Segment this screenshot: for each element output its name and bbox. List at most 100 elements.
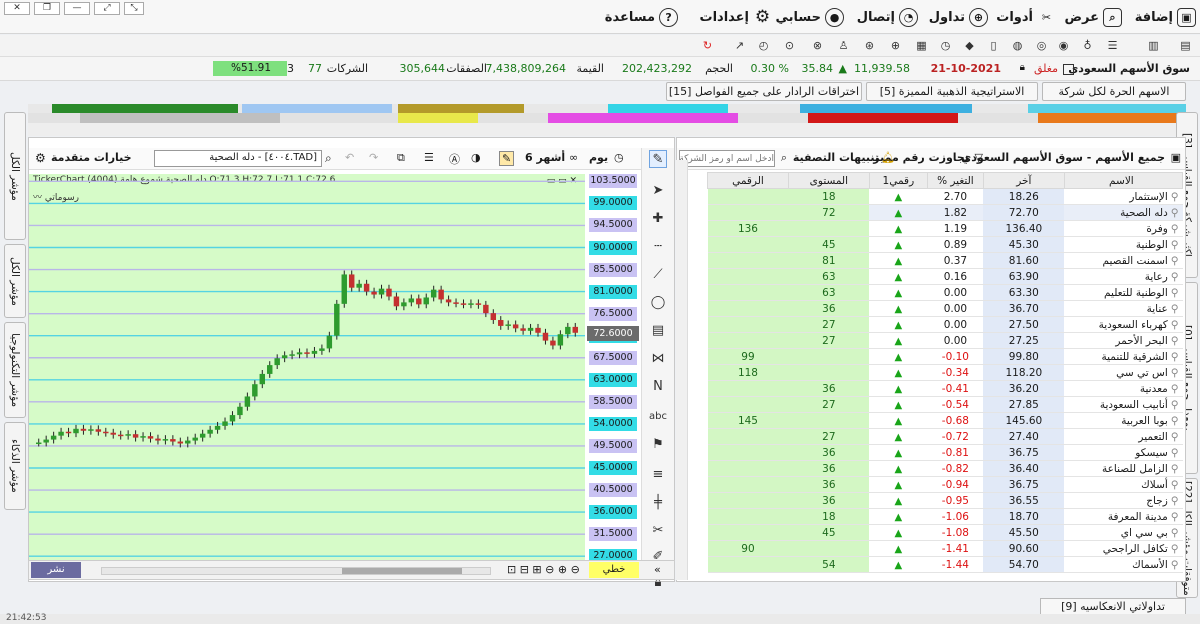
menu-trade[interactable]: ⊕ تداول — [929, 6, 988, 28]
col-level[interactable]: المستوى — [787, 172, 870, 189]
table-row[interactable]: ⚲ الأسماك 54.70 1.44- ▲ 54 — [707, 556, 1183, 573]
tab-golden-strategy[interactable]: الاستراتيجية الذهبية المميزة [5] — [866, 82, 1038, 101]
signal-icon[interactable]: ⊙ — [782, 38, 797, 53]
table-row[interactable]: ⚲ الإستثمار 18.26 2.70 ▲ 18 — [707, 188, 1183, 205]
minimize-window-button[interactable]: — — [64, 2, 90, 15]
timer-icon[interactable]: ◴ — [756, 38, 771, 53]
table-row[interactable]: ⚲ التعمير 27.40 0.72- ▲ 27 — [707, 428, 1183, 445]
bar-pattern-icon[interactable]: ≡ — [649, 466, 667, 484]
grid-icon[interactable]: ▦ — [914, 38, 929, 53]
pin-icon[interactable]: ⚲ — [1171, 207, 1179, 219]
market-grid-icon[interactable]: ▣ — [1171, 151, 1181, 164]
chart-icon[interactable]: ▤ — [1178, 38, 1193, 53]
settings-icon[interactable]: ⚙ — [35, 151, 46, 165]
clock-icon[interactable]: ◷ — [938, 38, 953, 53]
book-icon[interactable]: ▯ — [986, 38, 1001, 53]
target-icon[interactable]: ◍ — [1010, 38, 1025, 53]
table-row[interactable]: ⚲ البحر الأحمر 27.25 0.00 ▲ 27 — [707, 332, 1183, 349]
strip-segment[interactable] — [52, 104, 238, 113]
strip-segment[interactable] — [398, 104, 524, 113]
table-row[interactable]: ⚲ دله الصحية 72.70 1.82 ▲ 72 — [707, 204, 1183, 221]
market-selector[interactable]: جميع الأسهم - سوق الأسهم السعودي — [961, 151, 1165, 164]
pin-icon[interactable]: ⚲ — [1171, 223, 1179, 235]
filter-icon[interactable]: ▽ — [975, 151, 983, 164]
pin-icon[interactable]: ⚲ — [1171, 511, 1179, 523]
pin-icon[interactable]: ⚲ — [1171, 239, 1179, 251]
compare-icon[interactable]: ⧉ — [397, 151, 405, 165]
list-scrollbar[interactable] — [676, 160, 688, 580]
window-icon[interactable]: ▥ — [1146, 38, 1161, 53]
candle-icon[interactable]: ╪ — [649, 494, 667, 512]
col-change[interactable]: التغير % — [926, 172, 984, 189]
text-icon[interactable]: abc — [649, 408, 667, 426]
chevron-left-icon[interactable]: « — [654, 563, 661, 576]
strip-segment[interactable] — [608, 104, 728, 113]
alerts-label[interactable]: تنبيهات التصفية — [793, 151, 879, 164]
table-row[interactable]: ⚲ مدينة المعرفة 18.70 1.06- ▲ 18 — [707, 508, 1183, 525]
pin-icon[interactable]: ⚲ — [1171, 335, 1179, 347]
menu-settings[interactable]: ⚙ إعدادات — [700, 6, 773, 28]
pin-icon[interactable]: ⚲ — [1171, 191, 1179, 203]
search-icon[interactable]: ⌕ — [325, 151, 332, 166]
table-row[interactable]: ⚲ كهرباء السعودية 27.50 0.00 ▲ 27 — [707, 316, 1183, 333]
pin-icon[interactable]: ⚲ — [1171, 351, 1179, 363]
table-row[interactable]: ⚲ الوطنية 45.30 0.89 ▲ 45 — [707, 236, 1183, 253]
eye-icon[interactable]: ◎ — [1034, 38, 1049, 53]
globe-icon[interactable]: ◉ — [1056, 38, 1071, 53]
search-icon[interactable]: ⌕ — [781, 151, 787, 165]
table-row[interactable]: ⚲ اسمنت القصيم 81.60 0.37 ▲ 81 — [707, 252, 1183, 269]
side-tab-left-1[interactable]: مؤشر الكل — [4, 244, 26, 318]
col-rank[interactable]: رقمي1 — [868, 172, 928, 189]
col-digital[interactable]: الرقمي — [707, 172, 789, 189]
pin-icon[interactable]: ⚲ — [1171, 271, 1179, 283]
company-search-input[interactable] — [679, 150, 775, 167]
node-icon[interactable]: ⋈ — [649, 350, 667, 368]
strip-segment[interactable] — [808, 113, 958, 123]
cursor-icon[interactable]: ➤ — [649, 182, 667, 200]
linear-scale-button[interactable]: خطي — [589, 562, 639, 578]
redo-icon[interactable]: ↷ — [369, 151, 378, 164]
zigzag-icon[interactable]: N — [649, 378, 667, 396]
side-tab-left-0[interactable]: مؤشر الكل — [4, 112, 26, 240]
pin-icon[interactable]: ⚲ — [1171, 383, 1179, 395]
undo-icon[interactable]: ↶ — [345, 151, 354, 164]
menu-account[interactable]: ● حسابي — [775, 6, 844, 28]
publish-button[interactable]: نشر — [31, 562, 81, 578]
zoom-controls[interactable]: ⊡ ⊟ ⊞ ⊖ ⊕ ⊖ — [507, 563, 580, 576]
side-tab-left-2[interactable]: مؤشر التكنولوجيا — [4, 322, 26, 418]
gauge-icon[interactable]: ◑ — [471, 151, 481, 164]
advanced-options-label[interactable]: خيارات متقدمة — [51, 151, 132, 164]
draw-mode-icon[interactable]: ✎ — [499, 151, 515, 166]
chart-plot-area[interactable]: TickerChart دله الصحية شموع هامة (4004) … — [29, 174, 585, 566]
pin-icon[interactable]: ⚲ — [1171, 527, 1179, 539]
table-row[interactable]: ⚲ اس تي سي 118.20 0.34- ▲ 118 — [707, 364, 1183, 381]
strip-segment[interactable] — [548, 113, 738, 123]
table-row[interactable]: ⚲ الشرقية للتنمية 99.80 0.10- ▲ 99 — [707, 348, 1183, 365]
strip-segment[interactable] — [1028, 104, 1186, 113]
table-row[interactable]: ⚲ عناية 36.70 0.00 ▲ 36 — [707, 300, 1183, 317]
table-row[interactable]: ⚲ وفرة 136.40 1.19 ▲ 136 — [707, 220, 1183, 237]
pin-icon[interactable]: ⚲ — [1171, 255, 1179, 267]
pin-icon[interactable]: ⚲ — [1171, 367, 1179, 379]
tab-free-shares[interactable]: الاسهم الحرة لكل شركة — [1042, 82, 1186, 101]
menu-help[interactable]: ? مساعدة — [605, 6, 678, 28]
pin-icon[interactable]: ⚲ — [1171, 495, 1179, 507]
pin-icon[interactable]: ⚲ — [1171, 415, 1179, 427]
person-icon[interactable]: ♙ — [836, 38, 851, 53]
fib-icon[interactable]: ▤ — [649, 322, 667, 340]
bell-icon[interactable]: 🔔︎ — [881, 151, 895, 164]
trend-icon[interactable]: ↗ — [732, 38, 747, 53]
table-row[interactable]: ⚲ الزامل للصناعة 36.40 0.82- ▲ 36 — [707, 460, 1183, 477]
strip-segment[interactable] — [80, 113, 280, 123]
pin-icon[interactable]: ⚲ — [1171, 399, 1179, 411]
delete-icon[interactable]: ✂ — [649, 522, 667, 540]
cross-icon[interactable]: ✚ — [649, 210, 667, 228]
table-row[interactable]: ⚲ الوطنية للتعليم 63.30 0.00 ▲ 63 — [707, 284, 1183, 301]
menu-connect[interactable]: ◔ إتصال — [857, 6, 918, 28]
table-row[interactable]: ⚲ سيسكو 36.75 0.81- ▲ 36 — [707, 444, 1183, 461]
table-row[interactable]: ⚲ بي سي اي 45.50 1.08- ▲ 45 — [707, 524, 1183, 541]
hline-icon[interactable]: ┄ — [649, 238, 667, 256]
strip-segment[interactable] — [800, 104, 972, 113]
table-row[interactable]: ⚲ زجاج 36.55 0.95- ▲ 36 — [707, 492, 1183, 509]
compass-icon[interactable]: ⊗ — [810, 38, 825, 53]
